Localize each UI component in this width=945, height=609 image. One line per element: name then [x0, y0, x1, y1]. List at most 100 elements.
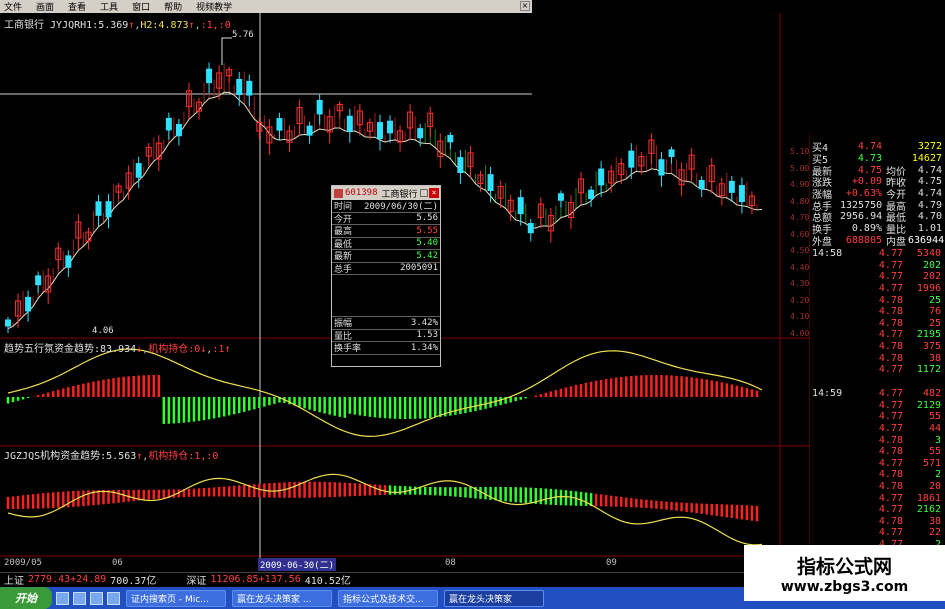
- watermark: 指标公式网 www.zbgs3.com: [744, 545, 945, 601]
- popup-row: 换手率 1.34%: [332, 342, 440, 355]
- tick-row: 4.77 44: [812, 423, 945, 435]
- tick-row: 4.77 55: [812, 411, 945, 423]
- tick-price: 4.77: [878, 283, 903, 295]
- panel3-indicator: JGZJQS机构资金趋势:5.563: [4, 451, 137, 462]
- tick-row: 4.78 25: [812, 294, 945, 306]
- close-icon[interactable]: ×: [429, 188, 439, 198]
- arrow-up-icon: ↑: [224, 344, 231, 355]
- taskbar-window-button[interactable]: 证内搜索页 - Mic...: [126, 589, 226, 607]
- tick-price: 4.77: [878, 271, 903, 283]
- stock-icon: [334, 188, 343, 198]
- tick-row: 14:59 4.77 482: [812, 388, 945, 400]
- taskbar-window-button-active[interactable]: 赢在龙头决策家: [444, 589, 544, 607]
- quote-value: 4.75: [917, 176, 942, 188]
- panel2-extra2: :1: [212, 344, 225, 355]
- quote-value: 4.75: [857, 164, 882, 176]
- scale-label: 4.40: [790, 262, 810, 272]
- tick-price: 4.78: [878, 341, 903, 353]
- tick-volume: 3: [934, 434, 941, 446]
- quote-label: 内盘: [886, 236, 906, 248]
- taskbar-window-button[interactable]: 指标公式及技术交...: [338, 589, 438, 607]
- quote-value: 4.74: [917, 164, 942, 176]
- tick-row: 4.77 1996: [812, 283, 945, 295]
- tick-row: 4.78 38: [812, 516, 945, 528]
- app-icon[interactable]: [107, 591, 120, 605]
- quote-value: 14627: [911, 153, 942, 165]
- app-icon[interactable]: [90, 591, 103, 605]
- tick-volume: 202: [922, 271, 941, 283]
- scale-label: 4.80: [790, 196, 810, 206]
- taskbar-window-button[interactable]: 赢在龙头决策家 ...: [232, 589, 332, 607]
- menu-video[interactable]: 视频教学: [196, 0, 232, 13]
- tick-price: 4.78: [878, 469, 903, 481]
- tick-volume: 76: [928, 306, 941, 318]
- popup-key: 今开: [334, 214, 353, 225]
- candle-body: [728, 180, 735, 193]
- quote-label: 外盘: [812, 236, 832, 248]
- close-icon[interactable]: ×: [520, 1, 530, 11]
- panel3-title: JGZJQS机构资金趋势:5.563↑,机构持仓:1,:0: [4, 451, 219, 462]
- quote-value: 0.89%: [851, 223, 882, 235]
- tick-volume: 1172: [916, 364, 941, 376]
- candle-body: [306, 125, 313, 136]
- date-label: 06: [112, 558, 123, 568]
- tick-price: 4.77: [878, 329, 903, 341]
- popup-header[interactable]: 601398 工商银行 ×: [332, 186, 440, 200]
- quote-value: 688805: [845, 234, 882, 246]
- minimize-icon[interactable]: [419, 189, 428, 197]
- candle-body: [5, 319, 11, 327]
- tick-volume: 375: [922, 341, 941, 353]
- ie-icon[interactable]: [56, 591, 69, 605]
- scale-label: 4.70: [790, 213, 810, 222]
- popup-value: 5.40: [416, 238, 438, 249]
- popup-name: 工商银行: [381, 189, 418, 200]
- indicator-value: JYJQRH1:5.369: [50, 20, 129, 31]
- tick-volume: 571: [922, 457, 941, 469]
- tick-volume: 25: [928, 317, 941, 329]
- quote-value: +0.09: [851, 176, 882, 188]
- menu-view[interactable]: 查看: [68, 0, 86, 13]
- popup-key: 时间: [334, 202, 353, 213]
- panel2-extra: 机构持仓:0: [148, 344, 201, 355]
- candle-body: [206, 68, 213, 84]
- low-label: 4.06: [92, 326, 114, 336]
- popup-key: 量比: [334, 331, 353, 342]
- peak-marker: [221, 37, 232, 65]
- tick-row: 4.77 22: [812, 527, 945, 539]
- tick-volume: 5340: [916, 248, 941, 260]
- candle-body: [598, 168, 605, 186]
- tick-volume: 2162: [916, 504, 941, 516]
- indicator-line: [7, 473, 763, 546]
- sh-change: +24.89: [70, 574, 107, 585]
- date-axis: 2009/05 06 2009-06-30(二) 08 09: [0, 557, 780, 571]
- candle-body: [25, 296, 32, 312]
- candle-body: [175, 123, 182, 137]
- candle-body: [165, 117, 172, 131]
- tick-volume: 38: [928, 515, 941, 527]
- date-label: 2009/05: [4, 558, 42, 568]
- candle-body: [246, 80, 253, 96]
- tick-price: 4.77: [878, 248, 903, 260]
- start-button[interactable]: 开始: [0, 587, 52, 609]
- popup-row: 振幅 3.42%: [332, 317, 440, 330]
- quote-value: 2956.94: [840, 211, 883, 223]
- tick-time: 14:58: [812, 248, 843, 260]
- scale-label: 4.10: [790, 312, 810, 321]
- menu-screen[interactable]: 画面: [36, 0, 54, 13]
- tick-row: 4.78 2: [812, 469, 945, 481]
- menu-tools[interactable]: 工具: [100, 0, 118, 13]
- menu-window[interactable]: 窗口: [132, 0, 150, 13]
- tick-price: 4.77: [878, 388, 903, 400]
- quote-panel: 买4 4.74 3272 买5 4.73 14627 最新 4.75 均价 4.74 涨跌 +0.09…: [812, 141, 945, 248]
- quote-popup[interactable]: 601398 工商银行 × 时间 2009/06/30(二) 今开 5.56 最高 5.5…: [331, 185, 441, 367]
- folder-icon[interactable]: [73, 591, 86, 605]
- date-label: 09: [606, 558, 617, 568]
- menu-help[interactable]: 帮助: [164, 0, 182, 13]
- tick-volume: 1861: [916, 492, 941, 504]
- sz-label: 深证: [186, 576, 207, 587]
- popup-gap: [332, 275, 440, 317]
- candle-body: [738, 185, 745, 203]
- menu-file[interactable]: 文件: [4, 0, 22, 13]
- candle-body: [387, 120, 394, 134]
- selected-date: 2009-06-30(二): [258, 558, 337, 571]
